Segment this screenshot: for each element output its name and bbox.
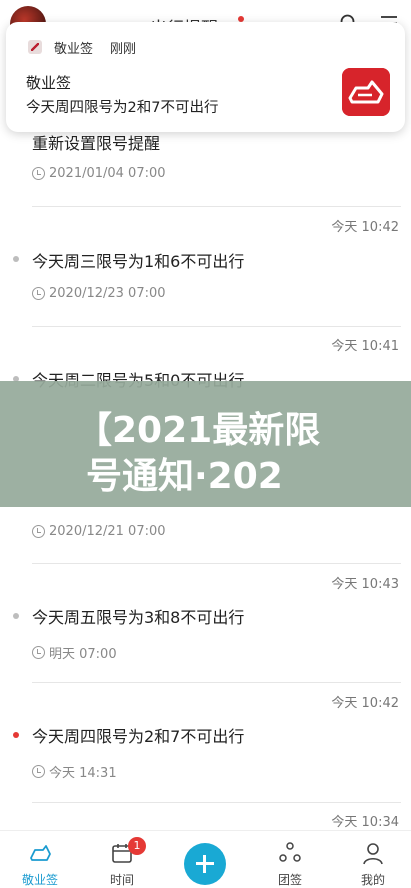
divider	[32, 682, 401, 683]
team-icon	[279, 842, 301, 862]
repeat-clock-icon	[32, 287, 45, 300]
app-icon	[28, 40, 42, 54]
notification-app-name: 敬业签	[54, 42, 94, 57]
divider	[32, 206, 401, 207]
reminder-time: 2020/12/21 07:00	[32, 524, 166, 539]
repeat-clock-icon	[32, 525, 45, 538]
notification-badge: 1	[128, 837, 146, 855]
nav-label: 我的	[360, 873, 385, 887]
notification-card[interactable]: 敬业签 刚刚 敬业签 今天周四限号为2和7不可出行	[6, 22, 405, 132]
unread-dot	[13, 732, 19, 738]
item-timestamp: 今天 10:42	[331, 220, 399, 235]
nav-item-team[interactable]: 团签	[250, 831, 330, 888]
nav-item-time[interactable]: 1 时间	[82, 831, 162, 888]
divider	[32, 563, 401, 564]
divider	[32, 326, 401, 327]
divider	[32, 802, 401, 803]
note-icon	[30, 845, 51, 861]
add-button[interactable]	[184, 843, 226, 885]
profile-icon	[363, 843, 383, 865]
reminder-time: 明天 07:00	[32, 643, 117, 662]
reminder-time: 2021/01/04 07:00	[32, 166, 166, 181]
list-item-title[interactable]: 今天周五限号为3和8不可出行	[32, 604, 244, 628]
reminder-time: 今天 14:31	[32, 762, 117, 781]
item-timestamp: 今天 10:43	[331, 577, 399, 592]
list-item-title[interactable]: 重新设置限号提醒	[32, 130, 160, 154]
nav-label: 团签	[277, 873, 302, 887]
clock-icon	[32, 646, 45, 659]
nav-item-mine[interactable]: 我的	[333, 831, 411, 888]
clock-icon	[32, 167, 45, 180]
nav-label: 时间	[109, 873, 134, 887]
repeat-clock-icon	[32, 765, 45, 778]
overlay-banner: 【2021最新限 号通知·202	[0, 381, 411, 507]
list-item-title[interactable]: 今天周四限号为2和7不可出行	[32, 723, 244, 747]
notification-title: 敬业签	[26, 74, 72, 92]
nav-label: 敬业签	[21, 873, 58, 887]
banner-line-2: 号通知·202	[86, 456, 283, 497]
bottom-nav: 敬业签 1 时间 团签 我的	[0, 830, 411, 888]
list-item-title[interactable]: 今天周三限号为1和6不可出行	[32, 248, 244, 272]
item-timestamp: 今天 10:42	[331, 696, 399, 711]
banner-line-1: 【2021最新限	[76, 410, 321, 451]
item-timestamp: 今天 10:34	[331, 815, 399, 830]
nav-item-jingyeqian[interactable]: 敬业签	[0, 831, 80, 888]
notification-body: 今天周四限号为2和7不可出行	[26, 100, 219, 116]
reminder-time: 2020/12/23 07:00	[32, 286, 166, 301]
notification-time: 刚刚	[110, 42, 137, 57]
app-logo-icon	[342, 68, 390, 116]
status-dot	[13, 613, 19, 619]
status-dot	[13, 256, 19, 262]
item-timestamp: 今天 10:41	[331, 339, 399, 354]
